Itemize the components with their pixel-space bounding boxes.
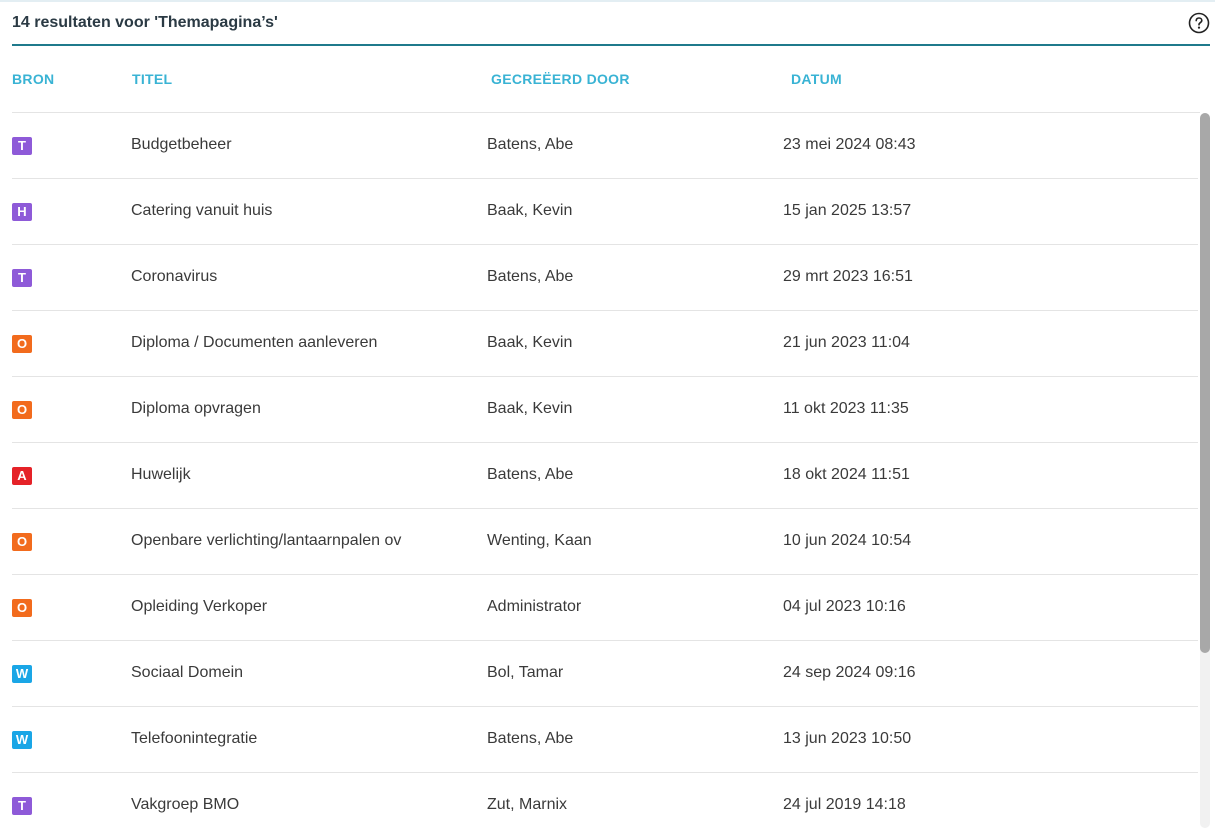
row-date: 24 jul 2019 14:18 [783,796,906,813]
column-header-row: BRON TITEL GECREËERD DOOR DATUM [12,46,1200,113]
row-date: 13 jun 2023 10:50 [783,730,912,747]
source-badge: O [12,599,32,617]
row-date: 11 okt 2023 11:35 [783,400,909,417]
table-row[interactable]: T Vakgroep BMO Zut, Marnix 24 jul 2019 14:1… [12,773,1198,833]
table-row[interactable]: H Catering vanuit huis Baak, Kevin 15 jan 2… [12,179,1198,245]
results-table-body: T Budgetbeheer Batens, Abe 23 mei 2024 08:4… [12,113,1198,833]
source-badge: A [12,467,32,485]
row-date: 21 jun 2023 11:04 [783,334,910,351]
vertical-scrollbar[interactable] [1200,113,1210,828]
scrollbar-thumb[interactable] [1200,113,1210,653]
column-header-date[interactable]: DATUM [791,71,842,87]
row-title: Budgetbeheer [131,136,232,153]
row-created-by: Batens, Abe [487,136,574,153]
source-badge: T [12,137,32,155]
source-badge: T [12,269,32,287]
source-badge: O [12,335,32,353]
results-panel: 14 resultaten voor 'Themapagina’s' BRON … [0,0,1215,833]
help-circle-icon[interactable] [1188,12,1210,34]
table-row[interactable]: W Sociaal Domein Bol, Tamar 24 sep 2024 09:… [12,641,1198,707]
row-created-by: Administrator [487,598,582,615]
row-date: 23 mei 2024 08:43 [783,136,916,153]
row-date: 29 mrt 2023 16:51 [783,268,913,285]
table-row[interactable]: O Diploma opvragen Baak, Kevin 11 okt 2023 … [12,377,1198,443]
row-created-by: Baak, Kevin [487,202,573,219]
source-badge: H [12,203,32,221]
source-badge: W [12,665,32,683]
row-created-by: Batens, Abe [487,466,574,483]
results-title: 14 resultaten voor 'Themapagina’s' [12,14,278,31]
row-created-by: Baak, Kevin [487,334,573,351]
results-header: 14 resultaten voor 'Themapagina’s' [12,2,1210,46]
row-title: Diploma / Documenten aanleveren [131,334,378,351]
table-row[interactable]: O Openbare verlichting/lantaarnpalen ov We… [12,509,1198,575]
row-title: Huwelijk [131,466,191,483]
row-title: Coronavirus [131,268,218,285]
row-title: Telefoonintegratie [131,730,258,747]
row-title: Catering vanuit huis [131,202,273,219]
table-row[interactable]: T Coronavirus Batens, Abe 29 mrt 2023 16:51 [12,245,1198,311]
row-title: Openbare verlichting/lantaarnpalen ov [131,532,402,549]
source-badge: W [12,731,32,749]
column-header-source[interactable]: BRON [12,71,54,87]
source-badge: O [12,533,32,551]
row-created-by: Batens, Abe [487,268,574,285]
row-created-by: Bol, Tamar [487,664,564,681]
source-badge: O [12,401,32,419]
table-row[interactable]: T Budgetbeheer Batens, Abe 23 mei 2024 08:4… [12,113,1198,179]
row-date: 18 okt 2024 11:51 [783,466,910,483]
row-title: Sociaal Domein [131,664,244,681]
row-title: Opleiding Verkoper [131,598,268,615]
source-badge: T [12,797,32,815]
column-header-created-by[interactable]: GECREËERD DOOR [491,71,630,87]
row-created-by: Zut, Marnix [487,796,568,813]
row-date: 15 jan 2025 13:57 [783,202,912,219]
table-row[interactable]: O Opleiding Verkoper Administrator 04 jul 2… [12,575,1198,641]
table-row[interactable]: W Telefoonintegratie Batens, Abe 13 jun 202… [12,707,1198,773]
row-created-by: Wenting, Kaan [487,532,592,549]
row-title: Vakgroep BMO [131,796,240,813]
row-date: 24 sep 2024 09:16 [783,664,916,681]
row-created-by: Baak, Kevin [487,400,573,417]
row-title: Diploma opvragen [131,400,261,417]
row-date: 10 jun 2024 10:54 [783,532,912,549]
column-header-title[interactable]: TITEL [132,71,172,87]
table-row[interactable]: O Diploma / Documenten aanleveren Baak, Ke… [12,311,1198,377]
row-created-by: Batens, Abe [487,730,574,747]
table-row[interactable]: A Huwelijk Batens, Abe 18 okt 2024 11:51 [12,443,1198,509]
row-date: 04 jul 2023 10:16 [783,598,906,615]
